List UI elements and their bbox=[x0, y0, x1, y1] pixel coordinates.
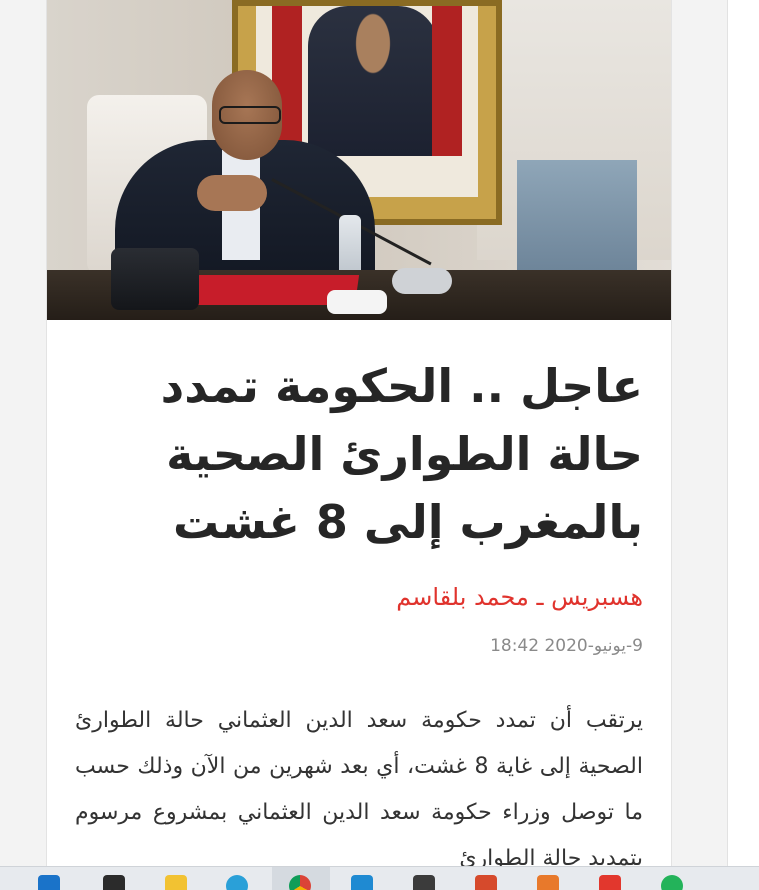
article-card: عاجل .. الحكومة تمدد حالة الطوارئ الصحية… bbox=[46, 0, 672, 866]
file-explorer-icon[interactable] bbox=[165, 875, 187, 890]
right-margin-strip bbox=[727, 0, 759, 866]
article-photo[interactable] bbox=[47, 0, 671, 320]
edge-icon[interactable] bbox=[226, 875, 248, 890]
app-orange-icon[interactable] bbox=[537, 875, 559, 890]
app-green-icon[interactable] bbox=[661, 875, 683, 890]
article-byline[interactable]: هسبريس ـ محمد بلقاسم bbox=[396, 583, 643, 611]
app-red-icon[interactable] bbox=[599, 875, 621, 890]
chrome-icon[interactable] bbox=[289, 875, 311, 890]
store-icon[interactable] bbox=[103, 875, 125, 890]
desk-phone bbox=[111, 248, 199, 310]
flag-right bbox=[432, 6, 462, 156]
article-body: يرتقب أن تمدد حكومة سعد الدين العثماني ح… bbox=[75, 708, 643, 866]
vscode-icon[interactable] bbox=[351, 875, 373, 890]
microphone bbox=[392, 268, 452, 294]
inkscape-icon[interactable] bbox=[413, 875, 435, 890]
office-icon[interactable] bbox=[475, 875, 497, 890]
portrait bbox=[308, 6, 438, 156]
article-date: 9-يونيو-2020 18:42 bbox=[490, 636, 643, 656]
article-title: عاجل .. الحكومة تمدد حالة الطوارئ الصحية… bbox=[160, 359, 643, 549]
taskbar bbox=[0, 866, 759, 890]
mail-icon[interactable] bbox=[38, 875, 60, 890]
